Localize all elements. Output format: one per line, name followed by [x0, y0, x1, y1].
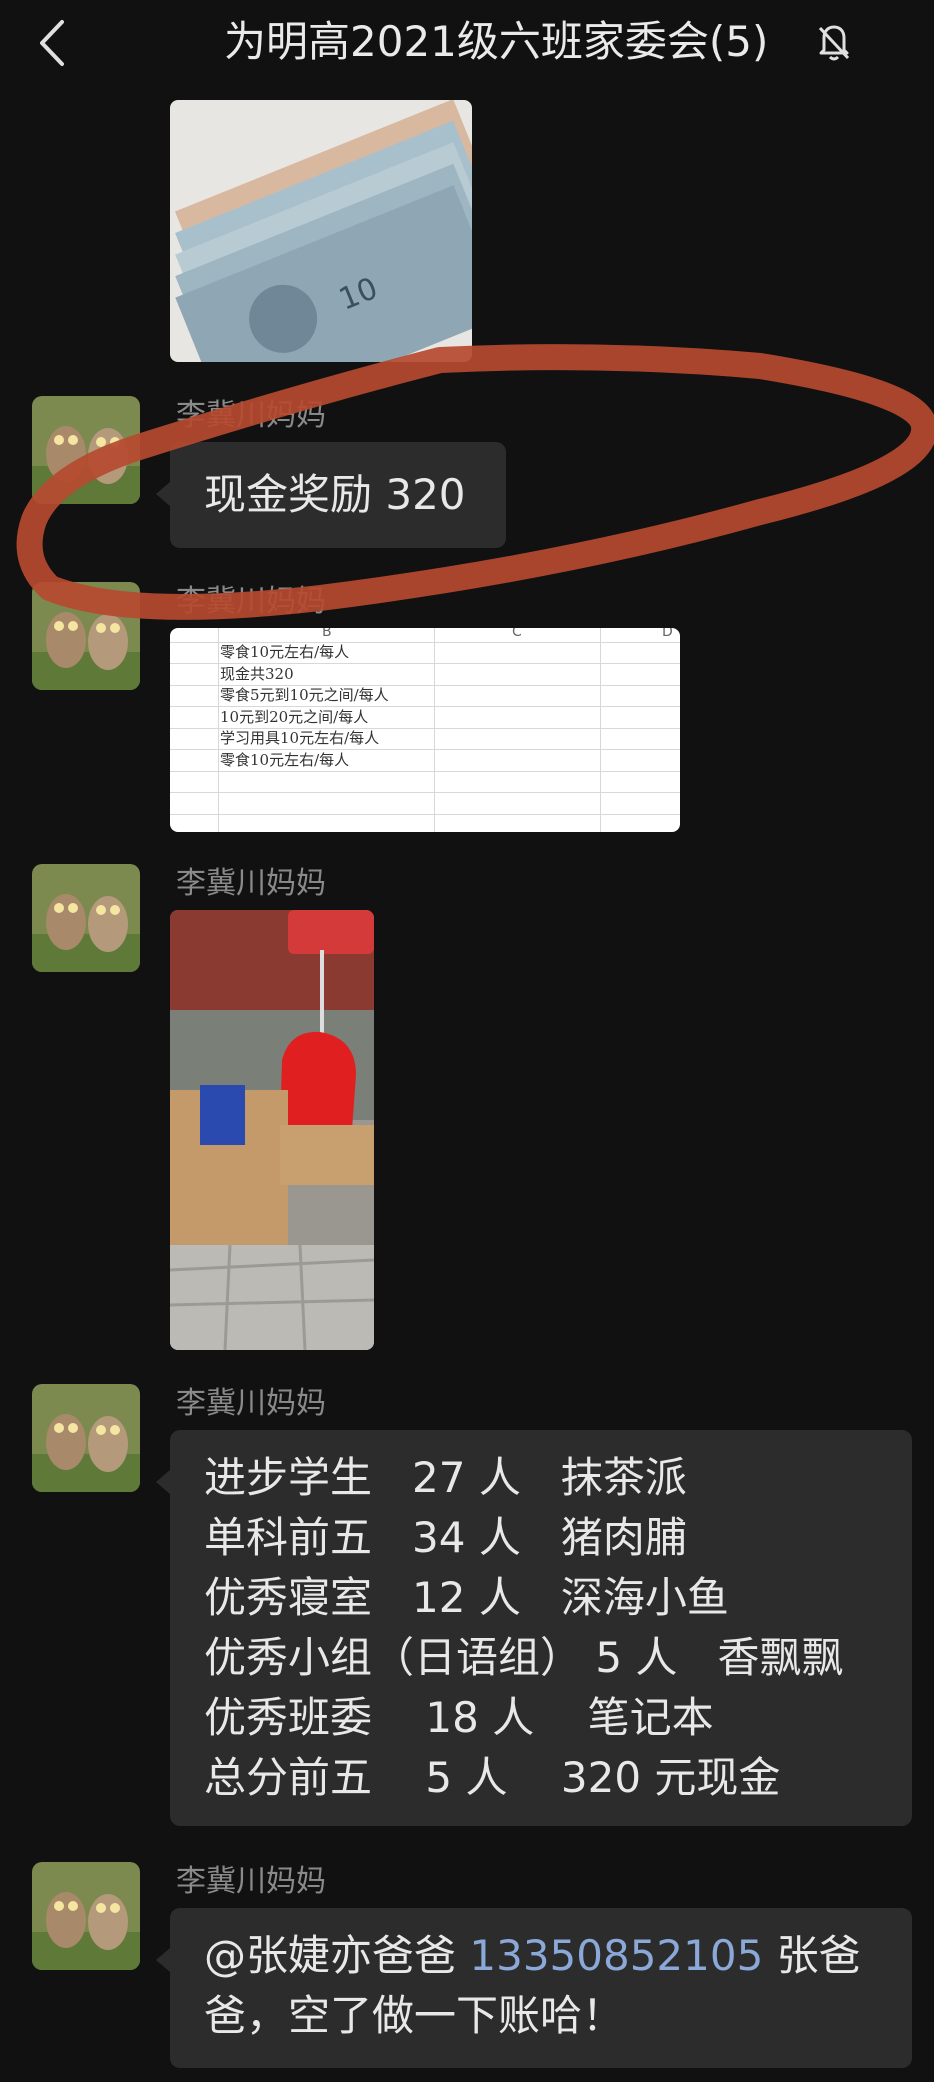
message-text: 进步学生 27 人 抹茶派 单科前五 34 人 猪肉脯 优秀寝室 12 人 深海… — [204, 1448, 843, 1808]
banknotes-image[interactable]: 10 — [170, 100, 472, 362]
message-text: 现金奖励 320 — [204, 470, 466, 519]
mention[interactable]: @张婕亦爸爸 — [204, 1931, 456, 1980]
message-line: 优秀小组（日语组） 5 人 香飘飘 — [204, 1633, 844, 1682]
bell-off-icon — [812, 18, 856, 64]
grid-line — [170, 771, 680, 772]
grid-line — [170, 814, 680, 815]
message-line: 单科前五 34 人 猪肉脯 — [204, 1513, 687, 1562]
chat-title: 为明高2021级六班家委会(5) — [224, 17, 769, 66]
spreadsheet-row: 学习用具10元左右/每人 — [220, 729, 380, 747]
chevron-left-icon[interactable] — [32, 16, 78, 70]
column-header: D — [662, 628, 673, 640]
message-bubble[interactable]: @张婕亦爸爸 13350852105 张爸 爸，空了做一下账哈！ — [156, 1908, 912, 2068]
sender-name: 李冀川妈妈 — [176, 1386, 326, 1421]
spreadsheet-row: 零食10元左右/每人 — [220, 643, 350, 661]
sender-name: 李冀川妈妈 — [176, 398, 326, 433]
avatar[interactable] — [32, 864, 140, 972]
avatar[interactable] — [32, 396, 140, 504]
chat-header: 为明高2021级六班家委会(5) — [0, 0, 934, 84]
phone-link[interactable]: 13350852105 — [469, 1931, 763, 1980]
message-text: @张婕亦爸爸 13350852105 张爸 爸，空了做一下账哈！ — [204, 1926, 861, 2046]
grid-line — [434, 628, 435, 832]
spreadsheet-row: 零食5元到10元之间/每人 — [220, 686, 389, 704]
message-line: @张婕亦爸爸 13350852105 张爸 — [204, 1926, 861, 1986]
message-line: 优秀班委 18 人 笔记本 — [204, 1693, 714, 1742]
column-header: C — [512, 628, 522, 640]
message-line: 进步学生 27 人 抹茶派 — [204, 1453, 687, 1502]
sender-name: 李冀川妈妈 — [176, 584, 326, 619]
message-bubble[interactable]: 现金奖励 320 — [156, 442, 506, 548]
message-line: 优秀寝室 12 人 深海小鱼 — [204, 1573, 729, 1622]
spreadsheet-row: 10元到20元之间/每人 — [220, 708, 369, 726]
column-header: B — [322, 628, 332, 640]
spreadsheet-row: 零食10元左右/每人 — [220, 751, 350, 769]
grid-line — [218, 628, 219, 832]
grid-line — [170, 792, 680, 793]
message-text-part: 张爸 — [763, 1931, 861, 1980]
sender-name: 李冀川妈妈 — [176, 866, 326, 901]
gift-boxes-image[interactable] — [170, 910, 374, 1350]
spreadsheet-image[interactable]: B C D 零食10元左右/每人 现金共320 零食5元到10元之间/每人 10… — [170, 628, 680, 832]
message-bubble[interactable]: 进步学生 27 人 抹茶派 单科前五 34 人 猪肉脯 优秀寝室 12 人 深海… — [156, 1430, 912, 1826]
avatar[interactable] — [32, 1862, 140, 1970]
message-line: 爸，空了做一下账哈！ — [204, 1991, 625, 2040]
spreadsheet-row: 现金共320 — [220, 665, 294, 683]
sender-name: 李冀川妈妈 — [176, 1864, 326, 1899]
avatar[interactable] — [32, 582, 140, 690]
message-line: 总分前五 5 人 320 元现金 — [204, 1753, 781, 1802]
grid-line — [600, 628, 601, 832]
avatar[interactable] — [32, 1384, 140, 1492]
